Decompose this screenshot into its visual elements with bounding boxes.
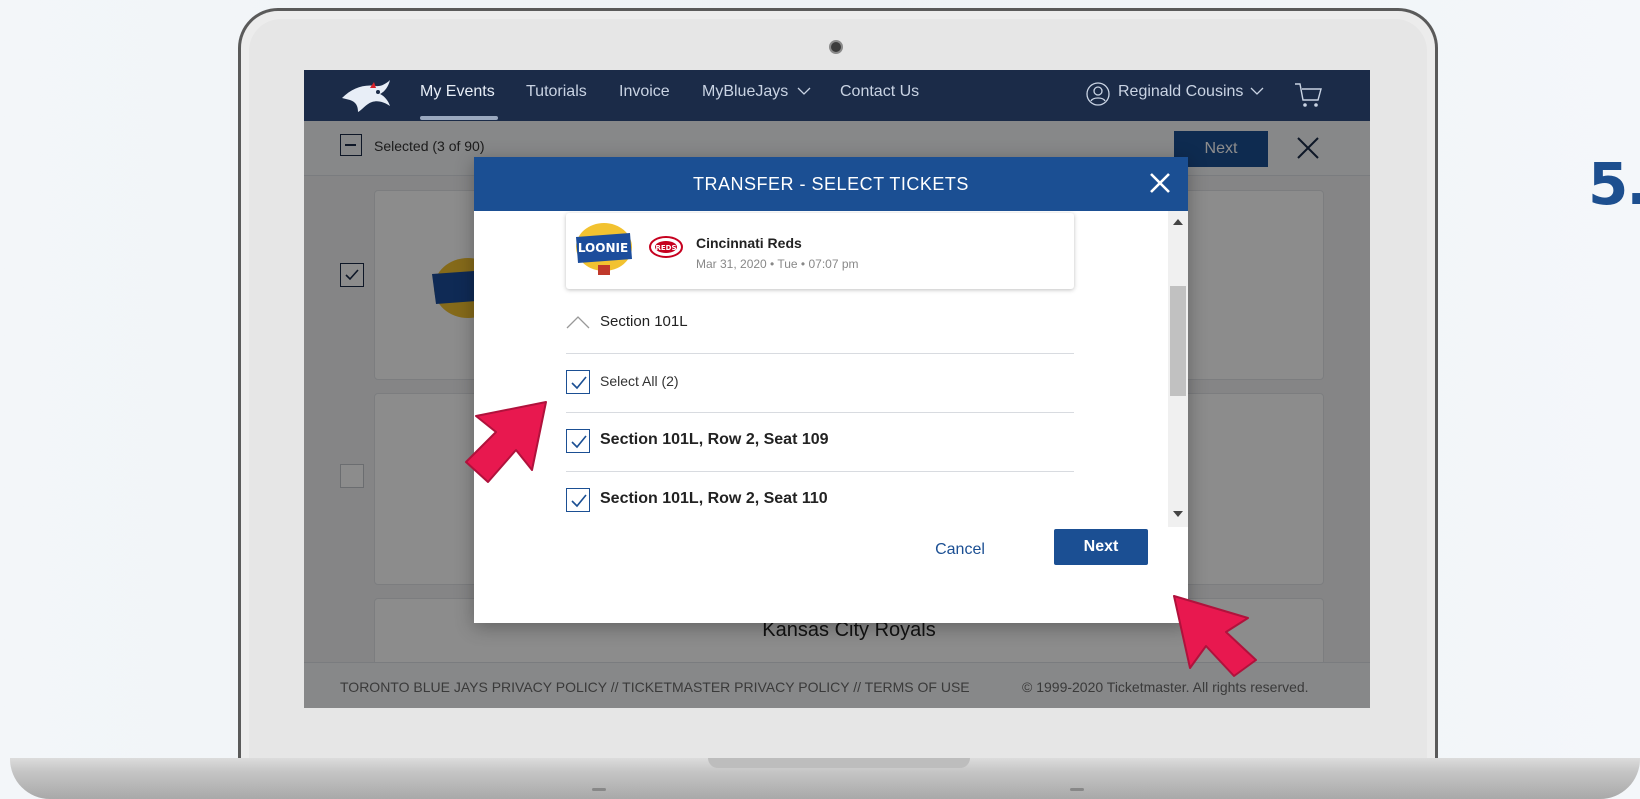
nav-contact-us[interactable]: Contact Us xyxy=(840,83,919,101)
modal-title: TRANSFER - SELECT TICKETS xyxy=(693,174,969,194)
scroll-thumb[interactable] xyxy=(1170,286,1186,396)
camera-icon xyxy=(829,40,843,54)
scroll-down-arrow[interactable] xyxy=(1173,511,1183,517)
select-all-checkbox[interactable] xyxy=(566,370,590,394)
modal-header: TRANSFER - SELECT TICKETS xyxy=(474,157,1188,211)
svg-text:LOONIE: LOONIE xyxy=(578,241,628,255)
event-summary-card: LOONIE REDS Cincinnati Reds Mar 31, 2020… xyxy=(566,213,1074,289)
modal-scrollbar[interactable] xyxy=(1168,211,1188,527)
seat-label[interactable]: Section 101L, Row 2, Seat 110 xyxy=(600,490,828,508)
nav-invoice[interactable]: Invoice xyxy=(619,83,670,101)
transfer-modal: TRANSFER - SELECT TICKETS LOONIE REDS Ci… xyxy=(474,157,1188,623)
next-button[interactable]: Next xyxy=(1054,529,1148,565)
nav-tutorials[interactable]: Tutorials xyxy=(526,83,587,101)
loonie-dogs-logo: LOONIE xyxy=(576,223,632,275)
step-number: 5. xyxy=(1588,150,1640,218)
chevron-down-icon xyxy=(1250,87,1264,95)
top-navigation: My Events Tutorials Invoice MyBlueJays C… xyxy=(304,70,1370,121)
ticket-list: LOONIE REDS Cincinnati Reds Mar 31, 2020… xyxy=(474,211,1188,527)
cincinnati-reds-logo: REDS xyxy=(649,236,683,258)
blue-jays-logo[interactable] xyxy=(340,78,392,114)
event-date: Mar 31, 2020 • Tue • 07:07 pm xyxy=(696,257,859,271)
nav-my-events[interactable]: My Events xyxy=(420,83,495,101)
chevron-down-icon xyxy=(797,87,811,95)
seat-checkbox[interactable] xyxy=(566,488,590,512)
chevron-up-icon[interactable] xyxy=(566,315,590,329)
nav-mybluejays[interactable]: MyBlueJays xyxy=(702,83,811,101)
cart-icon[interactable] xyxy=(1294,82,1322,108)
svg-text:REDS: REDS xyxy=(655,244,676,252)
pointer-arrow-icon xyxy=(1173,595,1257,677)
scroll-up-arrow[interactable] xyxy=(1173,219,1183,225)
user-menu[interactable]: Reginald Cousins xyxy=(1118,83,1264,101)
cancel-button[interactable]: Cancel xyxy=(898,532,1022,568)
user-icon xyxy=(1086,82,1110,106)
close-icon[interactable] xyxy=(1146,169,1174,197)
seat-checkbox[interactable] xyxy=(566,429,590,453)
select-all-label[interactable]: Select All (2) xyxy=(600,373,679,389)
pointer-arrow-icon xyxy=(465,401,547,483)
section-header[interactable]: Section 101L xyxy=(600,313,688,330)
event-name: Cincinnati Reds xyxy=(696,235,802,251)
seat-label[interactable]: Section 101L, Row 2, Seat 109 xyxy=(600,431,829,449)
active-tab-indicator xyxy=(420,116,498,120)
